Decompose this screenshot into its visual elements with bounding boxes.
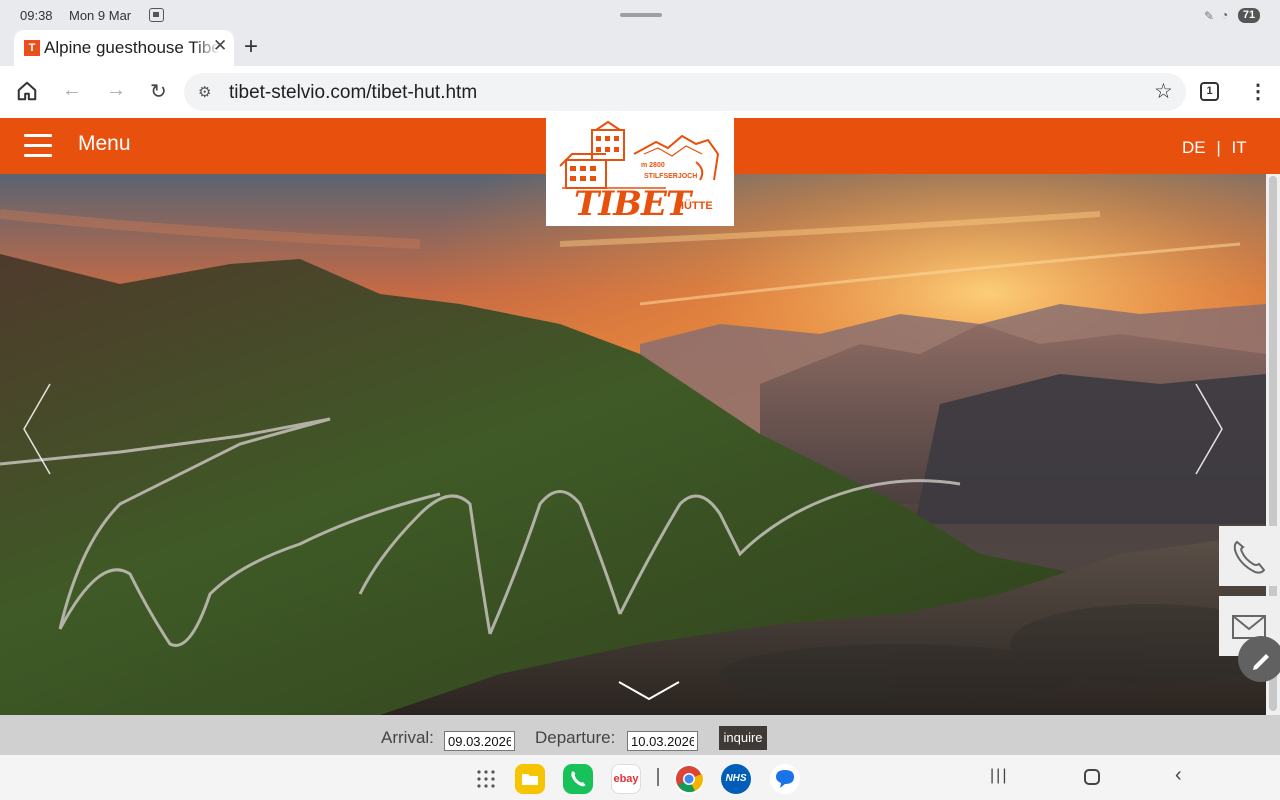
departure-label: Departure: [535,728,616,747]
messages-app-icon[interactable] [770,764,800,794]
browser-toolbar: ← → ↻ ⚙ tibet-stelvio.com/tibet-hut.htm … [0,66,1280,118]
folder-icon [522,774,538,785]
ebay-wordmark: ebay [613,773,639,785]
departure-date-input[interactable] [627,731,698,751]
chrome-logo-icon [676,766,703,793]
system-navigation-bar: ebay NHS ||| ‹ [0,755,1280,800]
nhs-app-icon[interactable]: NHS [721,764,751,794]
lang-separator: | [1216,138,1221,157]
bookmark-star-icon[interactable]: ☆ [1154,79,1173,104]
close-tab-icon[interactable]: ✕ [213,36,227,56]
url-text[interactable]: tibet-stelvio.com/tibet-hut.htm [229,82,477,104]
system-status-bar: 09:38 Mon 9 Mar ✎ ◔ 71 [0,0,1280,30]
tab-strip: T Alpine guesthouse Tibet Hut ✕ + [0,30,1280,66]
app-drawer-icon[interactable] [475,768,497,790]
screenshot-icon [149,8,164,22]
booking-bar: Arrival: Departure: inquire [0,715,1280,755]
language-switcher: DE | IT [1182,138,1247,158]
tibet-favicon-icon: T [24,40,40,56]
lang-it-link[interactable]: IT [1232,138,1247,158]
multiwindow-handle[interactable] [620,13,662,17]
phone-icon [1233,540,1266,574]
website-viewport: Menu DE | IT m 2800 STILFSERJOCH TIBET H… [0,118,1280,755]
status-date: Mon 9 Mar [69,8,132,23]
recent-apps-icon[interactable]: ||| [990,767,1008,785]
menu-label[interactable]: Menu [78,132,131,156]
stelvio-pass-sunset-image [0,174,1266,715]
next-slide-icon[interactable] [1194,382,1224,476]
pencil-icon [1253,654,1269,670]
reload-icon[interactable]: ↻ [150,79,167,104]
previous-slide-icon[interactable] [22,382,52,476]
home-icon[interactable] [16,80,38,102]
browser-tab[interactable]: T Alpine guesthouse Tibet Hut ✕ [14,30,234,66]
edit-floating-button[interactable] [1238,636,1280,682]
back-arrow-icon[interactable]: ← [62,79,82,102]
logo-pass: STILFSERJOCH [644,173,698,180]
arrival-date-input[interactable] [444,731,515,751]
handset-icon [571,771,586,787]
home-nav-icon[interactable] [1084,769,1100,785]
my-files-app-icon[interactable] [515,764,545,794]
more-options-icon[interactable]: ⋮ [1248,79,1268,104]
address-bar[interactable]: ⚙ tibet-stelvio.com/tibet-hut.htm ☆ [184,73,1186,111]
arrival-label: Arrival: [381,728,434,747]
site-settings-icon[interactable]: ⚙ [198,83,211,101]
logo-altitude: m 2800 [641,162,665,169]
hero-slideshow[interactable] [0,174,1266,715]
scroll-down-chevron-icon[interactable] [617,680,681,702]
ebay-app-icon[interactable]: ebay [611,764,641,794]
chat-bubble-icon [776,770,794,788]
hamburger-menu-icon[interactable] [24,134,52,158]
logo-sub: HÜTTE [676,200,713,212]
logo-name: TIBET [574,184,691,224]
lang-de-link[interactable]: DE [1182,138,1206,158]
phone-app-icon[interactable] [563,764,593,794]
tab-title: Alpine guesthouse Tibet Hut [44,38,220,57]
new-tab-button[interactable]: + [244,33,258,61]
back-nav-icon[interactable]: ‹ [1175,764,1182,787]
dock-divider [657,768,659,786]
chrome-app-icon[interactable] [674,764,704,794]
battery-indicator: 71 [1238,8,1260,23]
status-time: 09:38 [20,8,53,23]
inquire-button[interactable]: inquire [719,726,767,750]
tab-switcher-button[interactable]: 1 [1200,82,1219,101]
pen-icon: ✎ [1204,9,1215,23]
wifi-icon: ◔ [1221,8,1229,22]
tibet-huette-logo[interactable]: m 2800 STILFSERJOCH TIBET HÜTTE [546,118,734,226]
forward-arrow-icon[interactable]: → [106,79,126,102]
call-button[interactable] [1219,526,1280,586]
